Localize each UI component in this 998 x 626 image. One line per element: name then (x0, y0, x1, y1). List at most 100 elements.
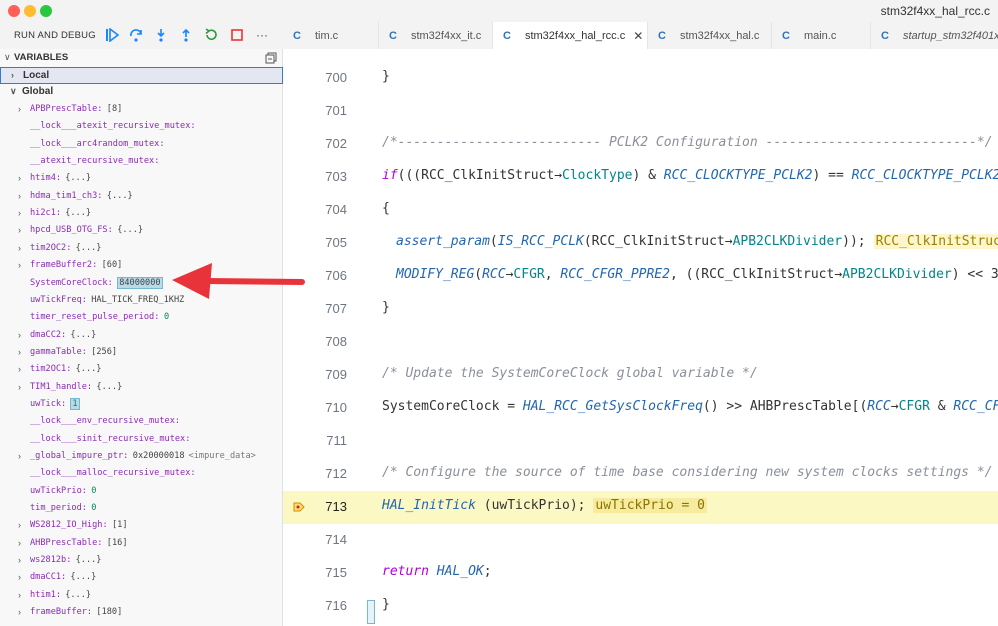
variable-row[interactable]: __lock___atexit_recursive_mutex (0, 118, 283, 135)
variable-row[interactable]: › _global_impure_ptr 0x20000018<impure_dat… (0, 448, 283, 465)
restart-button[interactable] (203, 27, 219, 43)
line-number[interactable]: 701 (305, 103, 347, 118)
step-out-button[interactable] (178, 27, 194, 43)
line-number[interactable]: 705 (305, 235, 347, 250)
line-number[interactable]: 710 (305, 400, 347, 415)
code-editor[interactable]: 700} 701 702 /*-------------------------- P… (283, 49, 998, 626)
code-line[interactable]: 704 { (283, 194, 998, 227)
variable-row[interactable]: › hdma_tim1_ch3 {...} (0, 188, 283, 205)
variable-row[interactable]: › dmaCC1 {...} (0, 569, 283, 586)
code-line[interactable]: 715 return HAL_OK; (283, 557, 998, 590)
collapse-all-icon[interactable] (265, 52, 277, 64)
chevron-right-icon[interactable]: › (18, 208, 21, 218)
stop-button[interactable] (229, 27, 245, 43)
line-number[interactable]: 703 (305, 169, 347, 184)
chevron-right-icon[interactable]: › (18, 243, 21, 253)
tab-tim-c[interactable]: C tim.c (283, 22, 379, 49)
line-number[interactable]: 709 (305, 367, 347, 382)
variables-header[interactable]: ∨ VARIABLES (0, 49, 283, 67)
chevron-right-icon[interactable]: › (18, 191, 21, 201)
line-number[interactable]: 712 (305, 466, 347, 481)
tab-stm32f4xx-hal-rcc-c[interactable]: C stm32f4xx_hal_rcc.c ✕ (493, 22, 648, 49)
tab-stm32f4xx-it-c[interactable]: C stm32f4xx_it.c (379, 22, 493, 49)
variable-row[interactable]: uwTickPrio 0 (0, 483, 283, 500)
variable-row[interactable]: __lock___arc4random_mutex (0, 136, 283, 153)
variable-row[interactable]: › frameBuffer2 [60] (0, 257, 283, 274)
code-line[interactable]: 700} (283, 62, 998, 95)
code-line[interactable]: 712 /* Configure the source of time base … (283, 458, 998, 491)
code-line[interactable]: 701 (283, 95, 998, 128)
chevron-right-icon[interactable]: › (18, 104, 21, 114)
minimize-window-button[interactable] (24, 5, 36, 17)
line-number[interactable]: 716 (305, 598, 347, 613)
code-line[interactable]: 710 SystemCoreClock = HAL_RCC_GetSysClock… (283, 392, 998, 425)
chevron-right-icon[interactable]: › (18, 347, 21, 357)
tab-main-c[interactable]: C main.c (772, 22, 871, 49)
close-window-button[interactable] (8, 5, 20, 17)
chevron-right-icon[interactable]: › (18, 173, 21, 183)
chevron-right-icon[interactable]: › (18, 330, 21, 340)
chevron-right-icon[interactable]: › (18, 225, 21, 235)
line-number[interactable]: 700 (305, 70, 347, 85)
variable-row[interactable]: › htim4 {...} (0, 170, 283, 187)
variable-row[interactable]: timer_reset_pulse_period 0 (0, 309, 283, 326)
code-line[interactable]: 707} (283, 293, 998, 326)
close-tab-icon[interactable]: ✕ (633, 29, 643, 43)
chevron-right-icon[interactable]: › (18, 520, 21, 530)
variable-row[interactable]: __lock___sinit_recursive_mutex (0, 431, 283, 448)
code-line[interactable]: 703 if(((RCC_ClkInitStruct→ClockType) & R… (283, 161, 998, 194)
line-number[interactable]: 706 (305, 268, 347, 283)
chevron-right-icon[interactable]: › (18, 555, 21, 565)
chevron-right-icon[interactable]: › (18, 590, 21, 600)
variable-row[interactable]: __atexit_recursive_mutex (0, 153, 283, 170)
variable-row[interactable]: uwTick 1 (0, 396, 283, 413)
variable-row[interactable]: › tim2OC2 {...} (0, 240, 283, 257)
line-number[interactable]: 711 (305, 433, 347, 448)
more-actions-button[interactable]: ··· (254, 27, 270, 43)
variable-row[interactable]: tim_period 0 (0, 500, 283, 517)
step-into-button[interactable] (153, 27, 169, 43)
code-line[interactable]: 702 /*-------------------------- PCLK2 Co… (283, 128, 998, 161)
step-over-button[interactable] (128, 27, 144, 43)
variable-row[interactable]: › APBPrescTable [8] (0, 101, 283, 118)
line-number[interactable]: 715 (305, 565, 347, 580)
line-number[interactable]: 708 (305, 334, 347, 349)
variable-row[interactable]: › hi2c1 {...} (0, 205, 283, 222)
variable-row[interactable]: › AHBPrescTable [16] (0, 535, 283, 552)
variable-row[interactable]: › hpcd_USB_OTG_FS {...} (0, 222, 283, 239)
chevron-right-icon[interactable]: › (18, 260, 21, 270)
debug-pointer-icon[interactable] (293, 501, 305, 513)
code-line[interactable]: 716} (283, 590, 998, 623)
tab-stm32f4xx-hal-c[interactable]: C stm32f4xx_hal.c (648, 22, 772, 49)
local-scope[interactable]: › Local (0, 67, 283, 84)
line-number[interactable]: 714 (305, 532, 347, 547)
variable-row[interactable]: › ws2812b {...} (0, 552, 283, 569)
chevron-right-icon[interactable]: › (18, 382, 21, 392)
code-line[interactable]: 708 (283, 326, 998, 359)
variable-row[interactable]: uwTickFreq HAL_TICK_FREQ_1KHZ (0, 292, 283, 309)
chevron-right-icon[interactable]: › (18, 607, 21, 617)
chevron-right-icon[interactable]: › (18, 538, 21, 548)
code-line[interactable]: 706 MODIFY_REG(RCC→CFGR, RCC_CFGR_PPRE2, … (283, 260, 998, 293)
variable-row[interactable]: › gammaTable [256] (0, 344, 283, 361)
code-line[interactable]: 705 assert_param(IS_RCC_PCLK(RCC_ClkInitS… (283, 227, 998, 260)
line-number[interactable]: 704 (305, 202, 347, 217)
chevron-right-icon[interactable]: › (18, 572, 21, 582)
chevron-right-icon[interactable]: › (18, 451, 21, 461)
maximize-window-button[interactable] (40, 5, 52, 17)
current-execution-line[interactable]: 713 HAL_InitTick (uwTickPrio); uwTickPrio … (283, 491, 998, 524)
variable-row[interactable]: › htim1 {...} (0, 587, 283, 604)
variable-row[interactable]: › frameBuffer [180] (0, 604, 283, 621)
chevron-right-icon[interactable]: › (18, 364, 21, 374)
tab-startup-s[interactable]: C startup_stm32f401xe.s (871, 22, 998, 49)
code-line[interactable]: 709 /* Update the SystemCoreClock global … (283, 359, 998, 392)
variable-row[interactable]: › tim2OC1 {...} (0, 361, 283, 378)
variable-row[interactable]: SystemCoreClock 84000000 (0, 275, 283, 292)
variable-row[interactable]: __lock___env_recursive_mutex (0, 413, 283, 430)
continue-button[interactable] (104, 27, 120, 43)
code-line[interactable]: 714 (283, 524, 998, 557)
variable-row[interactable]: __lock___malloc_recursive_mutex (0, 465, 283, 482)
line-number[interactable]: 707 (305, 301, 347, 316)
line-number[interactable]: 702 (305, 136, 347, 151)
variable-row[interactable]: › dmaCC2 {...} (0, 327, 283, 344)
